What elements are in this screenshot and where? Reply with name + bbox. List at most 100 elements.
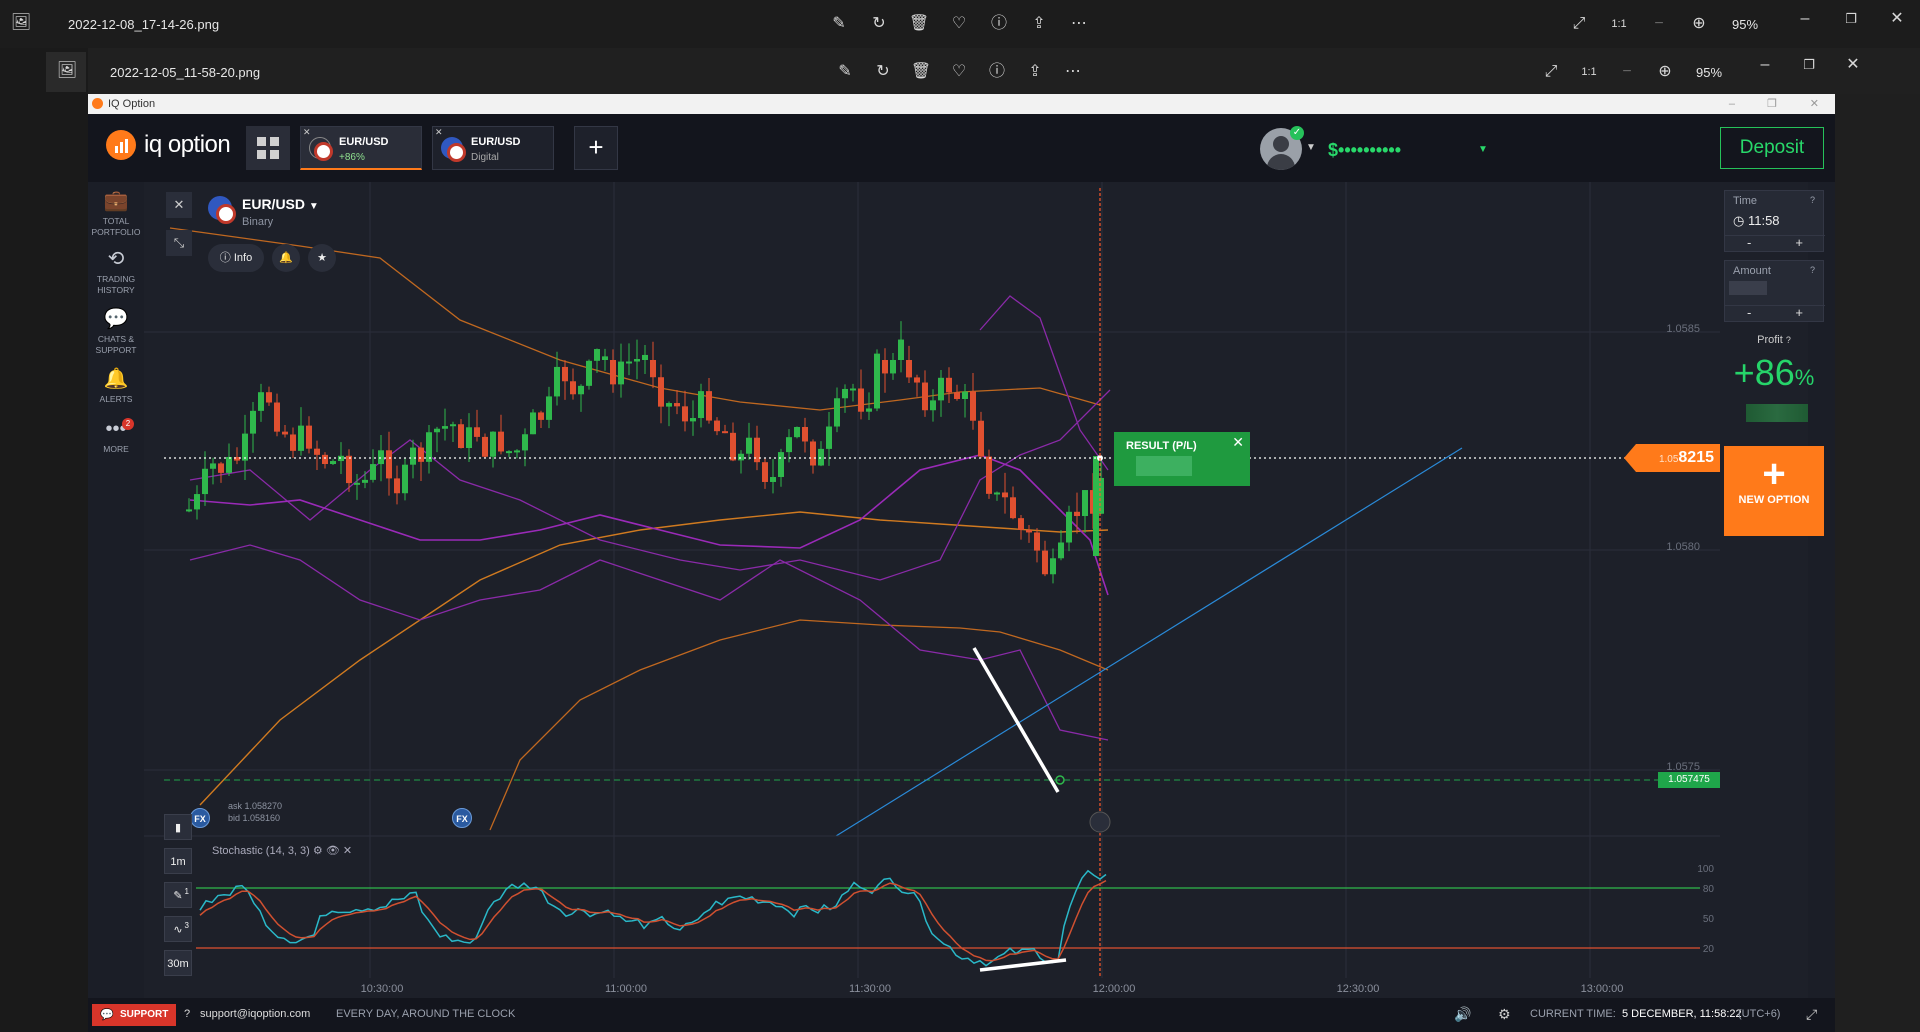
indicators-button[interactable]: ∿ 3 xyxy=(164,916,192,942)
rotate-icon-2[interactable]: ↻ xyxy=(872,61,894,83)
zoom-out-icon[interactable]: − xyxy=(1648,13,1670,35)
asset-name[interactable]: EUR/USD ▼ xyxy=(242,196,319,212)
sidebar-item-chats[interactable]: 💬 CHATS & SUPPORT xyxy=(88,308,144,356)
minimize-icon[interactable]: – xyxy=(1794,8,1816,30)
result-popup[interactable]: RESULT (P/L) ✕ xyxy=(1114,432,1250,486)
edit-icon-2[interactable]: ✎ xyxy=(834,61,856,83)
eye-icon[interactable]: 👁 xyxy=(326,845,340,857)
briefcase-icon: 💼 xyxy=(103,190,129,212)
more-icon-2[interactable]: ⋯ xyxy=(1062,61,1084,83)
new-option-button[interactable]: + NEW OPTION xyxy=(1724,446,1824,536)
support-email[interactable]: support@iqoption.com xyxy=(200,1008,310,1020)
candle-timeframe-button[interactable]: 1m xyxy=(164,848,192,874)
close-icon[interactable]: ✕ xyxy=(1886,8,1908,30)
gear-icon[interactable]: ⚙ xyxy=(1498,1006,1511,1023)
help-icon[interactable]: ? xyxy=(1810,265,1815,275)
logo-text: iq option xyxy=(144,131,231,158)
tab-close-icon[interactable]: ✕ xyxy=(303,127,311,138)
favorite-icon-2[interactable]: ♡ xyxy=(948,61,970,83)
time-box[interactable]: Time ? ◷ 11:58 - + xyxy=(1724,190,1825,252)
fullscreen-icon[interactable]: ⤢ xyxy=(1568,13,1590,35)
zoom-in-icon[interactable]: ⊕ xyxy=(1688,13,1710,35)
time-minus-button[interactable]: - xyxy=(1747,236,1751,251)
share-icon[interactable]: ⇪ xyxy=(1028,13,1050,35)
delete-icon-2[interactable]: 🗑 xyxy=(910,61,932,83)
candle-body xyxy=(978,420,984,457)
share-icon-2[interactable]: ⇪ xyxy=(1024,61,1046,83)
help-icon[interactable]: ? xyxy=(1810,195,1815,205)
add-tab-button[interactable]: + xyxy=(574,126,618,170)
actual-size-icon-2[interactable]: 1:1 xyxy=(1578,61,1600,83)
candle-body xyxy=(402,464,408,494)
close-icon-2[interactable]: ✕ xyxy=(1842,54,1864,76)
edit-icon[interactable]: ✎ xyxy=(828,13,850,35)
candle-body xyxy=(914,377,920,383)
amount-plus-button[interactable]: + xyxy=(1795,306,1803,321)
sidebar-item-label: TRADING HISTORY xyxy=(96,274,136,295)
iq-maximize-icon[interactable]: ❐ xyxy=(1767,94,1777,114)
balance[interactable]: $•••••••••• xyxy=(1328,140,1401,161)
tab-eurusd-digital[interactable]: ✕ EUR/USD Digital xyxy=(432,126,554,170)
maximize-icon[interactable]: ❐ xyxy=(1840,8,1862,30)
gear-icon[interactable]: ⚙ xyxy=(313,845,323,857)
actual-size-icon[interactable]: 1:1 xyxy=(1608,13,1630,35)
volume-icon[interactable]: 🔊 xyxy=(1454,1006,1471,1023)
amount-box[interactable]: Amount ? - + xyxy=(1724,260,1825,322)
iq-logo[interactable]: iq option xyxy=(106,130,231,160)
candle-body xyxy=(762,462,768,482)
minimize-icon-2[interactable]: – xyxy=(1754,54,1776,76)
x-tick-label: 11:30:00 xyxy=(849,983,891,995)
candle-body xyxy=(522,434,528,451)
profit-amount-blurred xyxy=(1746,404,1808,422)
sidebar-item-portfolio[interactable]: 💼 TOTAL PORTFOLIO xyxy=(88,190,144,238)
help-icon: ? xyxy=(184,1008,191,1020)
close-asset-button[interactable]: ✕ xyxy=(166,192,192,218)
iq-minimize-icon[interactable]: – xyxy=(1729,94,1735,114)
balance-chevron-down-icon[interactable]: ▼ xyxy=(1478,144,1488,155)
alert-bell-icon[interactable]: 🔔 xyxy=(272,244,300,272)
fullscreen-icon-2[interactable]: ⤢ xyxy=(1540,61,1562,83)
chart-type-button[interactable]: ▮ xyxy=(164,814,192,840)
asset-grid-button[interactable] xyxy=(246,126,290,170)
drawing-tools-button[interactable]: ✎ 1 xyxy=(164,882,192,908)
candle-body xyxy=(394,478,400,494)
zoom-out-icon-2[interactable]: − xyxy=(1616,61,1638,83)
sidebar-item-more[interactable]: ••• 2 MORE xyxy=(88,418,144,455)
maximize-icon-2[interactable]: ❐ xyxy=(1798,54,1820,76)
zoom-in-icon-2[interactable]: ⊕ xyxy=(1654,61,1676,83)
candle-body xyxy=(418,447,424,462)
candle-body xyxy=(218,463,224,473)
iq-close-icon[interactable]: ✕ xyxy=(1810,94,1819,114)
sidebar-item-history[interactable]: ⟲ TRADING HISTORY xyxy=(88,248,144,296)
tab-eurusd-binary[interactable]: ✕ EUR/USD +86% xyxy=(300,126,422,170)
more-icon[interactable]: ⋯ xyxy=(1068,13,1090,35)
info-icon-2[interactable]: ⓘ xyxy=(986,61,1008,83)
fx-news-icon-2[interactable]: FX xyxy=(452,808,472,828)
deposit-button[interactable]: Deposit xyxy=(1720,127,1824,169)
eu-us-flag-icon xyxy=(208,196,236,224)
chart-area[interactable]: 1.0585 1.0580 1.0575 10:30:00 11:00:00 11:30:… xyxy=(144,182,1808,998)
info-icon[interactable]: ⓘ xyxy=(988,13,1010,35)
info-button[interactable]: ⓘ Info xyxy=(208,244,264,272)
sidebar-item-alerts[interactable]: 🔔 ALERTS xyxy=(88,368,144,405)
support-button[interactable]: SUPPORT xyxy=(92,1004,176,1026)
favorite-star-icon[interactable]: ★ xyxy=(308,244,336,272)
avatar-chevron-down-icon[interactable]: ▼ xyxy=(1306,142,1316,153)
chat-icon: 💬 xyxy=(103,308,129,330)
fullscreen-toggle-icon[interactable]: ⤢ xyxy=(1806,1006,1817,1023)
favorite-icon[interactable]: ♡ xyxy=(948,13,970,35)
tab-close-icon[interactable]: ✕ xyxy=(435,127,443,138)
close-icon[interactable]: ✕ xyxy=(1232,434,1244,451)
rotate-icon[interactable]: ↻ xyxy=(868,13,890,35)
collapse-icon[interactable]: ⤡ xyxy=(166,230,192,256)
delete-icon[interactable]: 🗑 xyxy=(908,13,930,35)
fx-news-icon[interactable]: FX xyxy=(190,808,210,828)
candle-body xyxy=(538,412,544,420)
period-timeframe-button[interactable]: 30m xyxy=(164,950,192,976)
zoom-level-2: 95% xyxy=(1696,65,1723,80)
close-icon[interactable]: ✕ xyxy=(343,845,352,857)
amount-minus-button[interactable]: - xyxy=(1747,306,1751,321)
candle-body xyxy=(626,361,632,364)
time-plus-button[interactable]: + xyxy=(1795,236,1803,251)
price-chart[interactable]: 1.05851.05801.057510:30:00 11:00:00 11:30:… xyxy=(144,182,1808,998)
